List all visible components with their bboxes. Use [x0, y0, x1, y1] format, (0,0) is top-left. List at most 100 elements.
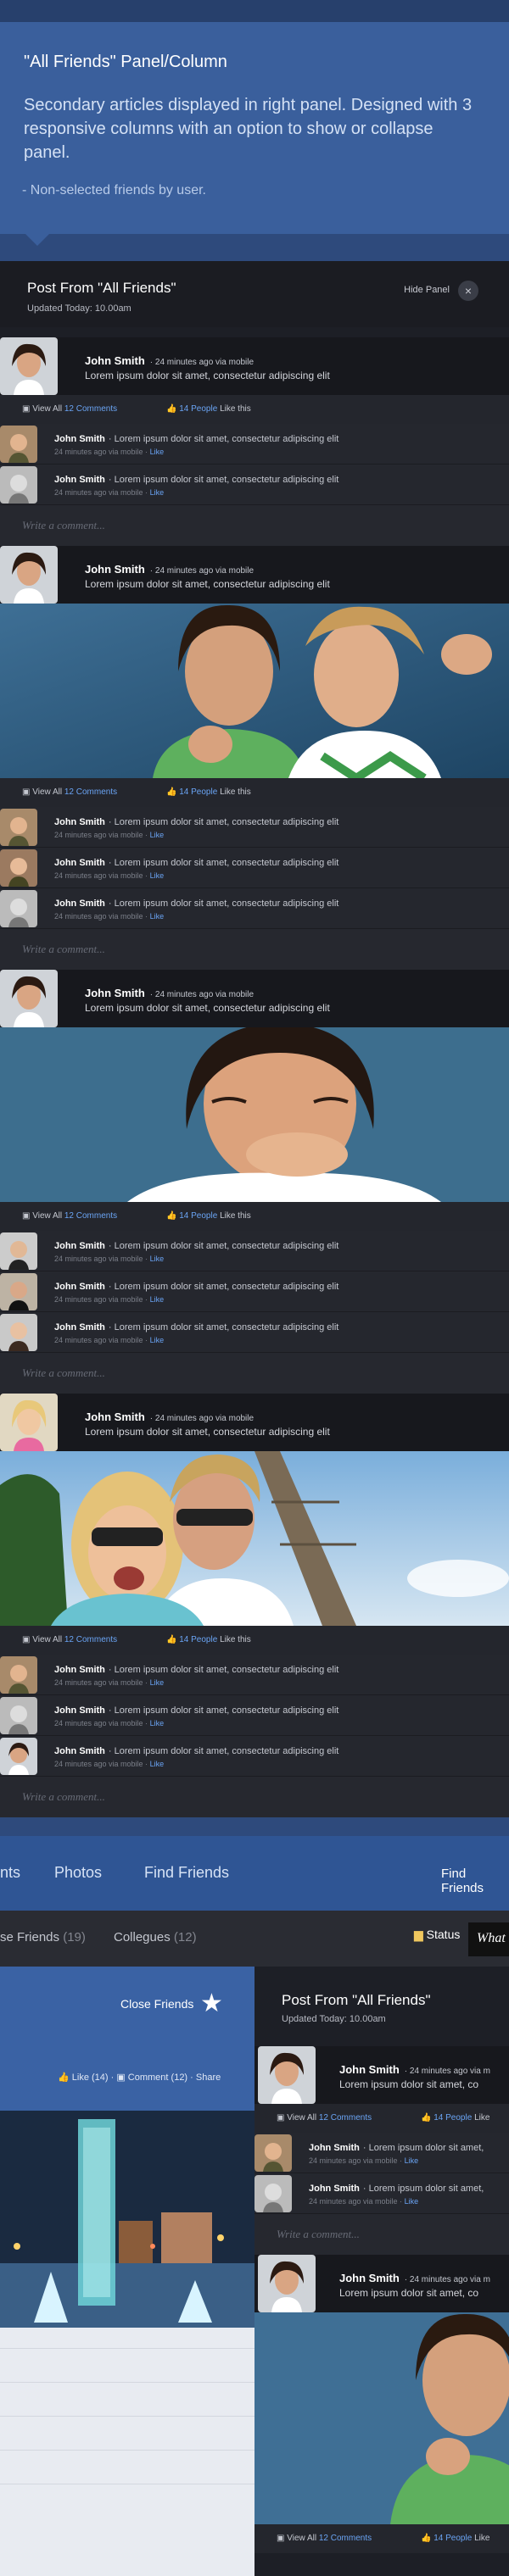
avatar[interactable]: [0, 1738, 37, 1775]
write-comment-input[interactable]: Write a comment...: [255, 2214, 509, 2255]
comment-like-link[interactable]: Like: [150, 1719, 165, 1728]
view-all-comments-link[interactable]: ▣ View All 12 Comments: [277, 2534, 372, 2543]
post-item: John Smith · 24 minutes ago via mobile Lo…: [0, 1394, 509, 1451]
comment-like-link[interactable]: Like: [150, 448, 165, 456]
write-comment-input[interactable]: Write a comment...: [0, 1777, 509, 1817]
comment-author[interactable]: John Smith · Lorem ipsum dolor sit amet, …: [54, 1282, 338, 1292]
comment-author[interactable]: John Smith · Lorem ipsum dolor sit amet, …: [54, 1241, 338, 1251]
comment-author[interactable]: John Smith · Lorem ipsum dolor sit amet, …: [54, 475, 338, 485]
post-photo[interactable]: [0, 1027, 509, 1202]
comment-author[interactable]: John Smith · Lorem ipsum dolor sit amet, …: [54, 858, 338, 868]
view-all-comments-link[interactable]: ▣ View All 12 Comments: [22, 787, 117, 797]
post-author[interactable]: John Smith · 24 minutes ago via mobile: [85, 563, 254, 576]
comment-like-link[interactable]: Like: [405, 2156, 419, 2165]
tab-collegues[interactable]: Collegues (12): [114, 1930, 197, 1945]
status-button[interactable]: ▆ Status: [414, 1928, 460, 1942]
like-link[interactable]: 👍 14 People Like this: [166, 404, 251, 414]
avatar[interactable]: [0, 890, 37, 927]
comment-author[interactable]: John Smith · Lorem ipsum dolor sit amet, …: [54, 1746, 338, 1756]
card-comment-link[interactable]: ▣ Comment (12): [116, 2072, 187, 2083]
avatar[interactable]: [0, 337, 58, 395]
post-photo[interactable]: [0, 1451, 509, 1626]
comment-like-link[interactable]: Like: [150, 488, 165, 497]
comment-like-link[interactable]: Like: [150, 1255, 165, 1263]
avatar[interactable]: [0, 426, 37, 463]
comment-like-link[interactable]: Like: [150, 1678, 165, 1687]
view-all-comments-link[interactable]: ▣ View All 12 Comments: [22, 404, 117, 414]
like-link[interactable]: 👍 14 People Like: [421, 2534, 489, 2543]
sub-navigation: se Friends (19) Collegues (12) ▆ Status …: [0, 1911, 509, 1967]
post-author[interactable]: John Smith · 24 minutes ago via mobile: [85, 354, 254, 367]
avatar[interactable]: [0, 849, 37, 887]
nav-item-photos[interactable]: Photos: [54, 1864, 102, 1882]
star-icon[interactable]: ★: [200, 1989, 223, 2018]
card-like-link[interactable]: 👍 Like (14): [58, 2072, 109, 2083]
panel-title: Post From "All Friends": [27, 280, 176, 296]
post-photo[interactable]: [255, 2312, 509, 2524]
write-comment-input[interactable]: Write a comment...: [0, 1353, 509, 1394]
comment-meta: 24 minutes ago via mobile · Like: [54, 871, 165, 880]
comment-author[interactable]: John Smith · Lorem ipsum dolor sit amet, …: [54, 899, 338, 909]
hide-panel-link[interactable]: Hide Panel: [404, 285, 450, 295]
avatar[interactable]: [255, 2175, 292, 2212]
post-item: John Smith · 24 minutes ago via mobile Lo…: [0, 970, 509, 1027]
write-comment-input[interactable]: Write a comment...: [0, 929, 509, 970]
view-all-comments-link[interactable]: ▣ View All 12 Comments: [277, 2113, 372, 2123]
avatar[interactable]: [0, 1273, 37, 1310]
comment-meta: 24 minutes ago via mobile · Like: [54, 1719, 165, 1728]
comment-like-link[interactable]: Like: [150, 912, 165, 921]
avatar[interactable]: [0, 1314, 37, 1351]
avatar[interactable]: [0, 546, 58, 604]
nav-item-find-friends[interactable]: Find Friends: [144, 1864, 229, 1882]
post-photo[interactable]: [0, 604, 509, 778]
tab-close-friends[interactable]: se Friends (19): [0, 1930, 86, 1945]
avatar[interactable]: [0, 1697, 37, 1734]
avatar[interactable]: [0, 1394, 58, 1451]
like-link[interactable]: 👍 14 People Like this: [166, 1211, 251, 1221]
post-text: Lorem ipsum dolor sit amet, consectetur …: [85, 370, 330, 381]
post-author[interactable]: John Smith · 24 minutes ago via m: [339, 2272, 490, 2284]
comment-author[interactable]: John Smith · Lorem ipsum dolor sit amet,: [309, 2143, 484, 2153]
card-share-link[interactable]: Share: [196, 2072, 221, 2083]
card-photo[interactable]: [0, 2111, 255, 2328]
post-actions: ▣ View All 12 Comments 👍 14 People Like …: [0, 1626, 509, 1655]
avatar[interactable]: [0, 809, 37, 846]
write-comment-input[interactable]: Write a comment...: [0, 505, 509, 546]
comment-like-link[interactable]: Like: [150, 1760, 165, 1768]
like-link[interactable]: 👍 14 People Like: [421, 2113, 489, 2123]
view-all-comments-link[interactable]: ▣ View All 12 Comments: [22, 1211, 117, 1221]
like-link[interactable]: 👍 14 People Like this: [166, 787, 251, 797]
avatar[interactable]: [255, 2134, 292, 2172]
avatar[interactable]: [0, 970, 58, 1027]
comment-like-link[interactable]: Like: [405, 2197, 419, 2206]
comment-author[interactable]: John Smith · Lorem ipsum dolor sit amet, …: [54, 1322, 338, 1333]
comment-author[interactable]: John Smith · Lorem ipsum dolor sit amet, …: [54, 1705, 338, 1716]
comment-meta: 24 minutes ago via mobile · Like: [54, 912, 165, 921]
comment-item: John Smith · Lorem ipsum dolor sit amet, …: [255, 2133, 509, 2173]
avatar[interactable]: [0, 466, 37, 504]
post-author[interactable]: John Smith · 24 minutes ago via mobile: [85, 1410, 254, 1423]
comment-like-link[interactable]: Like: [150, 871, 165, 880]
comment-like-link[interactable]: Like: [150, 1336, 165, 1344]
post-author[interactable]: John Smith · 24 minutes ago via mobile: [85, 987, 254, 999]
intro-pointer: [25, 234, 49, 246]
like-link[interactable]: 👍 14 People Like this: [166, 1635, 251, 1644]
comment-like-link[interactable]: Like: [150, 831, 165, 839]
find-friends-button[interactable]: Find Friends: [441, 1867, 509, 1895]
avatar[interactable]: [0, 1656, 37, 1694]
nav-item-events[interactable]: nts: [0, 1864, 20, 1882]
avatar[interactable]: [258, 2255, 316, 2312]
close-panel-button[interactable]: ×: [458, 281, 478, 301]
comment-author[interactable]: John Smith · Lorem ipsum dolor sit amet, …: [54, 1665, 338, 1675]
comment-item: John Smith · Lorem ipsum dolor sit amet, …: [0, 1231, 509, 1271]
comment-author[interactable]: John Smith · Lorem ipsum dolor sit amet, …: [54, 817, 338, 827]
post-text: Lorem ipsum dolor sit amet, consectetur …: [85, 1426, 330, 1438]
avatar[interactable]: [0, 1232, 37, 1270]
post-author[interactable]: John Smith · 24 minutes ago via m: [339, 2063, 490, 2076]
avatar[interactable]: [258, 2046, 316, 2104]
comment-like-link[interactable]: Like: [150, 1295, 165, 1304]
view-all-comments-link[interactable]: ▣ View All 12 Comments: [22, 1635, 117, 1644]
comment-author[interactable]: John Smith · Lorem ipsum dolor sit amet, …: [54, 434, 338, 444]
status-input[interactable]: What: [468, 1922, 509, 1956]
comment-author[interactable]: John Smith · Lorem ipsum dolor sit amet,: [309, 2184, 484, 2194]
